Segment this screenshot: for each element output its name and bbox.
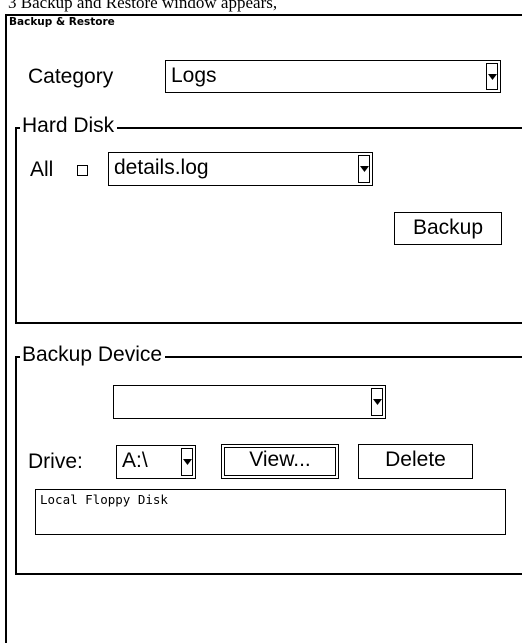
view-button[interactable]: View... [221,444,339,479]
delete-button[interactable]: Delete [358,444,473,479]
chevron-down-icon[interactable] [371,388,383,416]
drive-select[interactable]: A:\ [116,445,196,479]
device-description-field: Local Floppy Disk [35,489,506,535]
drive-label: Drive: [28,450,83,473]
all-checkbox[interactable] [77,165,88,176]
chevron-down-icon[interactable] [486,63,498,90]
category-select-value: Logs [171,64,217,87]
chevron-down-icon[interactable] [358,155,370,183]
drive-select-value: A:\ [122,449,148,472]
file-select[interactable]: details.log [108,152,373,186]
category-select[interactable]: Logs [165,60,501,93]
chevron-down-icon[interactable] [181,448,193,476]
window-title: Backup & Restore [9,16,115,28]
all-label: All [30,158,54,181]
backup-device-group-label: Backup Device [20,343,166,367]
document-caption: 3 Backup and Restore window appears, [8,0,278,12]
backup-button[interactable]: Backup [394,212,502,245]
device-select[interactable] [113,385,386,419]
hard-disk-group-label: Hard Disk [20,114,118,138]
file-select-value: details.log [114,156,209,179]
category-label: Category [28,65,114,88]
